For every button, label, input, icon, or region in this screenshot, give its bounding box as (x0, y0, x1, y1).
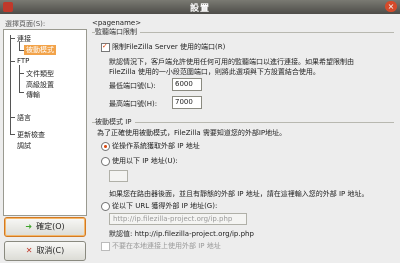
tree-line (10, 134, 15, 135)
close-icon[interactable]: × (385, 1, 397, 12)
manual-ip-hint: 如果您在路由器後面，並且有靜態的外部 IP 地址，請在這裡輸入您的外部 IP 地… (109, 190, 369, 198)
limit-ports-checkbox[interactable] (101, 42, 110, 52)
highest-port-input[interactable]: 7000 (172, 96, 202, 109)
port-info-line-1: 默認情況下，客戶端允許使用任何可用的監聽端口以進行連接。如果希望限制由 (109, 58, 354, 66)
window-title: 設置 (189, 4, 210, 14)
tree-item-ftp[interactable]: FTP (17, 57, 29, 65)
cancel-button[interactable]: ✕ 取消(C) (4, 241, 86, 261)
radio-url-ip-label: 從以下 URL 獲得外部 IP 地址(G): (112, 202, 218, 210)
tree-item-language[interactable]: 語言 (17, 113, 31, 123)
radio-manual-ip-label: 使用以下 IP 地址(U): (112, 157, 178, 165)
tree-item-update-check[interactable]: 更新檢查 (17, 130, 45, 140)
radio-manual-ip[interactable] (101, 157, 110, 166)
ok-button[interactable]: ➜ 確定(O) (4, 217, 86, 237)
select-page-label: 選擇頁面(S): (5, 20, 46, 28)
tree-line (10, 35, 11, 134)
settings-tree[interactable]: 連接 被動模式 FTP 文件類型 高級設置 傳輸 語言 更新檢查 調試 (3, 29, 87, 216)
cancel-x-icon: ✕ (25, 246, 33, 255)
settings-page: <pagename> 監聽端口限制 限制FileZilla Server 使用的… (92, 17, 397, 260)
ip-section: 被動模式 IP (92, 117, 394, 127)
cancel-button-label: 取消(C) (36, 246, 65, 255)
left-panel: 選擇頁面(S): 連接 被動模式 FTP 文件類型 高級設置 傳輸 語言 更新檢… (3, 17, 88, 261)
lowest-port-label: 最低端口號(L): (109, 82, 156, 90)
manual-ip-input[interactable] (109, 170, 128, 182)
default-url-text: 默認值: http://ip.filezilla-project.org/ip.… (109, 230, 254, 238)
tree-item-passive-mode[interactable]: 被動模式 (24, 45, 56, 55)
tree-item-file-types[interactable]: 文件類型 (26, 69, 54, 79)
highest-port-label: 最高端口號(H): (109, 100, 158, 108)
ip-section-title: 被動模式 IP (95, 117, 135, 127)
no-external-ip-checkbox[interactable] (101, 242, 110, 251)
ok-button-label: 確定(O) (36, 222, 65, 231)
tree-line (10, 61, 15, 62)
radio-os-ip[interactable] (101, 142, 110, 151)
limit-ports-label: 限制FileZilla Server 使用的端口(R) (112, 43, 226, 51)
tree-line (10, 38, 15, 39)
check-arrow-icon: ➜ (25, 222, 33, 231)
radio-os-ip-label: 從操作系統獲取外部 IP 地址 (112, 142, 200, 150)
ip-info-text: 為了正確使用被動模式，FileZilla 需要知道您的外部IP地址。 (97, 129, 287, 137)
tree-line (19, 73, 24, 74)
port-section: 監聽端口限制 (92, 27, 394, 37)
tree-line (10, 117, 15, 118)
url-ip-input[interactable]: http://ip.filezilla-project.org/ip.php (109, 213, 247, 225)
tree-line (19, 92, 24, 93)
port-info-line-2: FileZilla 使用的一小段范圍端口，則將此選項與下方設置結合使用。 (109, 68, 320, 76)
page-name: <pagename> (92, 19, 142, 27)
tree-item-advanced[interactable]: 高級設置 (26, 80, 54, 90)
tree-line (19, 65, 20, 92)
title-bar: 設置 × (0, 0, 400, 14)
tree-item-connection[interactable]: 連接 (17, 34, 31, 44)
lowest-port-input[interactable]: 6000 (172, 78, 202, 91)
tree-item-transfers[interactable]: 傳輸 (26, 90, 40, 100)
tree-item-debug[interactable]: 調試 (17, 141, 31, 151)
port-section-title: 監聽端口限制 (95, 27, 140, 37)
radio-url-ip[interactable] (101, 202, 110, 211)
no-external-ip-label: 不要在本地連接上使用外部 IP 地址 (112, 242, 221, 250)
